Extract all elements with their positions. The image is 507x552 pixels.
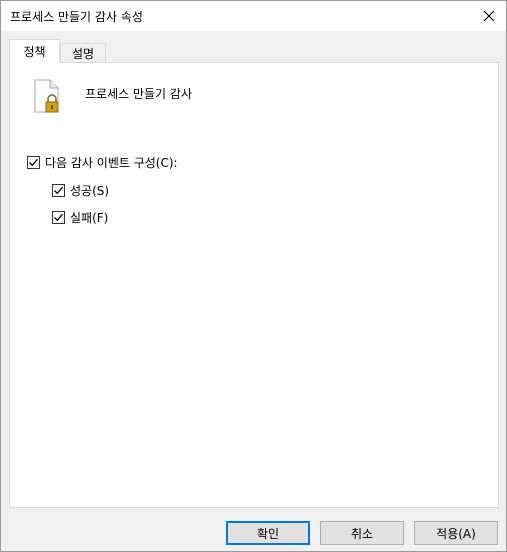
properties-dialog: 프로세스 만들기 감사 속성 정책 설명 프로세스 만들기 감사 다음 감사 이… — [0, 0, 507, 552]
configure-audit-checkbox[interactable] — [27, 156, 40, 169]
configure-audit-label: 다음 감사 이벤트 구성(C): — [45, 156, 178, 170]
title-bar: 프로세스 만들기 감사 속성 — [1, 1, 506, 31]
file-lock-icon — [34, 79, 59, 113]
tab-panel-policy: 프로세스 만들기 감사 다음 감사 이벤트 구성(C): 성공(S) 실패(F) — [9, 62, 499, 508]
failure-checkbox[interactable] — [52, 211, 65, 224]
checkmark-icon — [54, 186, 63, 195]
cancel-button[interactable]: 취소 — [320, 521, 404, 545]
close-button[interactable] — [472, 1, 506, 31]
success-checkbox[interactable] — [52, 184, 65, 197]
close-icon — [483, 10, 495, 22]
configure-audit-checkbox-row[interactable]: 다음 감사 이벤트 구성(C): — [27, 154, 178, 171]
failure-label: 실패(F) — [70, 211, 109, 225]
checkmark-icon — [29, 158, 38, 167]
success-checkbox-row[interactable]: 성공(S) — [52, 182, 109, 199]
ok-button[interactable]: 확인 — [226, 521, 310, 545]
failure-checkbox-row[interactable]: 실패(F) — [52, 209, 108, 226]
apply-button[interactable]: 적용(A) — [414, 521, 498, 545]
window-title: 프로세스 만들기 감사 속성 — [10, 10, 143, 24]
checkmark-icon — [54, 213, 63, 222]
tab-description[interactable]: 설명 — [60, 43, 106, 63]
policy-name: 프로세스 만들기 감사 — [85, 87, 192, 101]
success-label: 성공(S) — [70, 184, 110, 198]
tab-policy[interactable]: 정책 — [9, 39, 60, 63]
